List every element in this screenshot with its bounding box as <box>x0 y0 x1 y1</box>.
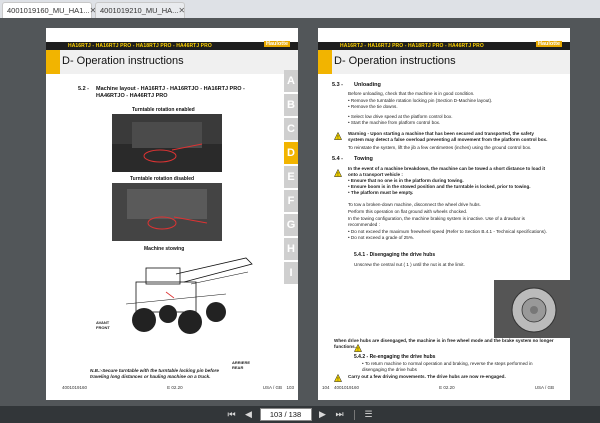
paragraph: Unscrew the central nut ( 1 ) until the … <box>354 262 465 267</box>
warning-icon: ! <box>334 169 342 177</box>
section-number: 5.4 - <box>332 156 344 162</box>
pdf-viewer[interactable]: HA16RTJ - HA16RTJ PRO - HA18RTJ PRO - HA… <box>0 18 600 406</box>
header-bar: HA16RTJ - HA16RTJ PRO - HA18RTJ PRO - HA… <box>318 41 570 50</box>
title-box: D- Operation instructions <box>46 50 298 74</box>
section-title-towing: Towing <box>354 156 373 162</box>
chapter-tab-g[interactable]: G <box>284 214 298 236</box>
paragraph: In the towing configuration, the machine… <box>348 216 525 227</box>
header-models: HA16RTJ - HA16RTJ PRO - HA18RTJ PRO - HA… <box>340 42 484 49</box>
chapter-tab-c[interactable]: C <box>284 118 298 140</box>
paragraph: Perform this operation on flat ground wi… <box>348 209 468 214</box>
tab-document-2[interactable]: 4001019210_MU_HA... ✕ <box>95 2 185 18</box>
bullet-item: • Start the machine from platform contro… <box>348 120 441 125</box>
caption-rotation-disabled: Turntable rotation disabled <box>130 176 195 182</box>
title-box: D- Operation instructions <box>318 50 570 74</box>
caption-rotation-enabled: Turntable rotation enabled <box>132 107 195 113</box>
caption-machine-stowing: Machine stowing <box>144 246 185 252</box>
tab-label: 4001019160_MU_HA1... <box>7 6 90 15</box>
section-title-unloading: Unloading <box>354 82 381 88</box>
tab-document-1[interactable]: 4001019160_MU_HA1... ✕ <box>2 2 96 18</box>
warning-text: Warning - Upon starting a machine that h… <box>348 131 548 142</box>
page-left: HA16RTJ - HA16RTJ PRO - HA18RTJ PRO - HA… <box>46 28 298 400</box>
label-rear: ARRIERE REAR <box>232 360 251 370</box>
chapter-tab-f[interactable]: F <box>284 190 298 212</box>
chapter-tab-d[interactable]: D <box>284 142 298 164</box>
brand-logo: Haulotte <box>264 41 290 47</box>
svg-text:!: ! <box>337 377 339 382</box>
first-page-icon[interactable]: ⏮ <box>226 409 238 420</box>
paragraph: To tow a broken-down machine, disconnect… <box>348 202 481 207</box>
chapter-tab-a[interactable]: A <box>284 70 298 92</box>
warning-towing: In the event of a machine breakdown, the… <box>348 166 546 195</box>
page-right: HA16RTJ - HA16RTJ PRO - HA18RTJ PRO - HA… <box>318 28 570 400</box>
doc-number: 4001019160 <box>62 385 88 390</box>
doc-edition: E 02.20 <box>167 385 183 390</box>
paragraph: To reinstate the system, lift the jib a … <box>348 145 532 150</box>
menu-icon[interactable]: ☰ <box>363 409 375 420</box>
brand-logo: Haulotte <box>536 41 562 47</box>
previous-page-icon[interactable]: ◀ <box>243 409 255 420</box>
chapter-index: A B C D E F G H I <box>284 70 298 350</box>
note-secure-turntable: N.B.:-Secure turntable with the turntabl… <box>90 368 219 379</box>
header-bar: HA16RTJ - HA16RTJ PRO - HA18RTJ PRO - HA… <box>46 41 298 50</box>
page-title: D- Operation instructions <box>62 55 184 67</box>
page-indicator[interactable]: 103 / 138 <box>259 408 312 421</box>
photo-drawing <box>112 183 222 241</box>
bullet-item: • Remove the tie downs. <box>348 104 398 109</box>
photo-rotation-disabled <box>112 183 222 241</box>
tab-label: 4001019210_MU_HA... <box>100 6 179 15</box>
next-page-icon[interactable]: ▶ <box>317 409 329 420</box>
section-title: Machine layout - HA16RTJ - HA16RTJO - HA… <box>96 86 245 99</box>
page-number: 104 <box>322 385 330 390</box>
page-number: 103 <box>286 385 294 390</box>
drive-hub-photo <box>494 280 570 338</box>
photo-rotation-enabled <box>112 114 222 172</box>
warning-text: When drive hubs are disengaged, the mach… <box>334 338 554 349</box>
label-front: AVANT FRONT <box>96 320 110 330</box>
page-title: D- Operation instructions <box>334 55 456 67</box>
section-number: 5.2 - <box>78 86 90 92</box>
pdf-toolbar: ⏮ ◀ 103 / 138 ▶ ⏭ ☰ <box>0 406 600 423</box>
chapter-tab-b[interactable]: B <box>284 94 298 116</box>
bullet-list: • Do not exceed the maximum freewheel sp… <box>348 229 548 241</box>
subsection-disengage: 5.4.1 - Disengaging the drive hubs <box>354 252 436 258</box>
paragraph: Before unloading, check that the machine… <box>348 91 475 96</box>
warning-icon: ! <box>334 132 342 140</box>
svg-text:!: ! <box>337 172 339 177</box>
section-number: 5.3 - <box>332 82 344 88</box>
tab-bar: 4001019160_MU_HA1... ✕ 4001019210_MU_HA..… <box>0 0 600 18</box>
bullet-list: • Remove the turntable rotation locking … <box>348 98 548 126</box>
doc-edition: E 02.20 <box>439 385 455 390</box>
doc-number: 4001019160 <box>334 385 360 390</box>
footer: 4001019160 E 02.20 USA / GB <box>334 385 554 390</box>
header-models: HA16RTJ - HA16RTJ PRO - HA18RTJ PRO - HA… <box>68 42 212 49</box>
machine-drawing <box>125 257 253 334</box>
warning-icon: ! <box>334 374 342 382</box>
bullet-list: • To return machine to normal operation … <box>362 361 533 372</box>
warning-text: Carry out a few driving movements. The d… <box>348 374 506 379</box>
close-icon[interactable]: ✕ <box>178 6 185 15</box>
chapter-tab-i[interactable]: I <box>284 262 298 284</box>
last-page-icon[interactable]: ⏭ <box>334 409 346 420</box>
svg-text:!: ! <box>337 135 339 140</box>
doc-language: USA / GB <box>262 385 282 390</box>
bullet-item: • Do not exceed a grade of 25%. <box>348 235 415 240</box>
subsection-reengage: 5.4.2 - Re-engaging the drive hubs <box>354 354 436 360</box>
chapter-tab-h[interactable]: H <box>284 238 298 260</box>
chapter-tab-e[interactable]: E <box>284 166 298 188</box>
doc-language: USA / GB <box>534 385 554 390</box>
photo-drawing <box>112 114 222 172</box>
footer: 4001019160 E 02.20 USA / GB <box>62 385 282 390</box>
